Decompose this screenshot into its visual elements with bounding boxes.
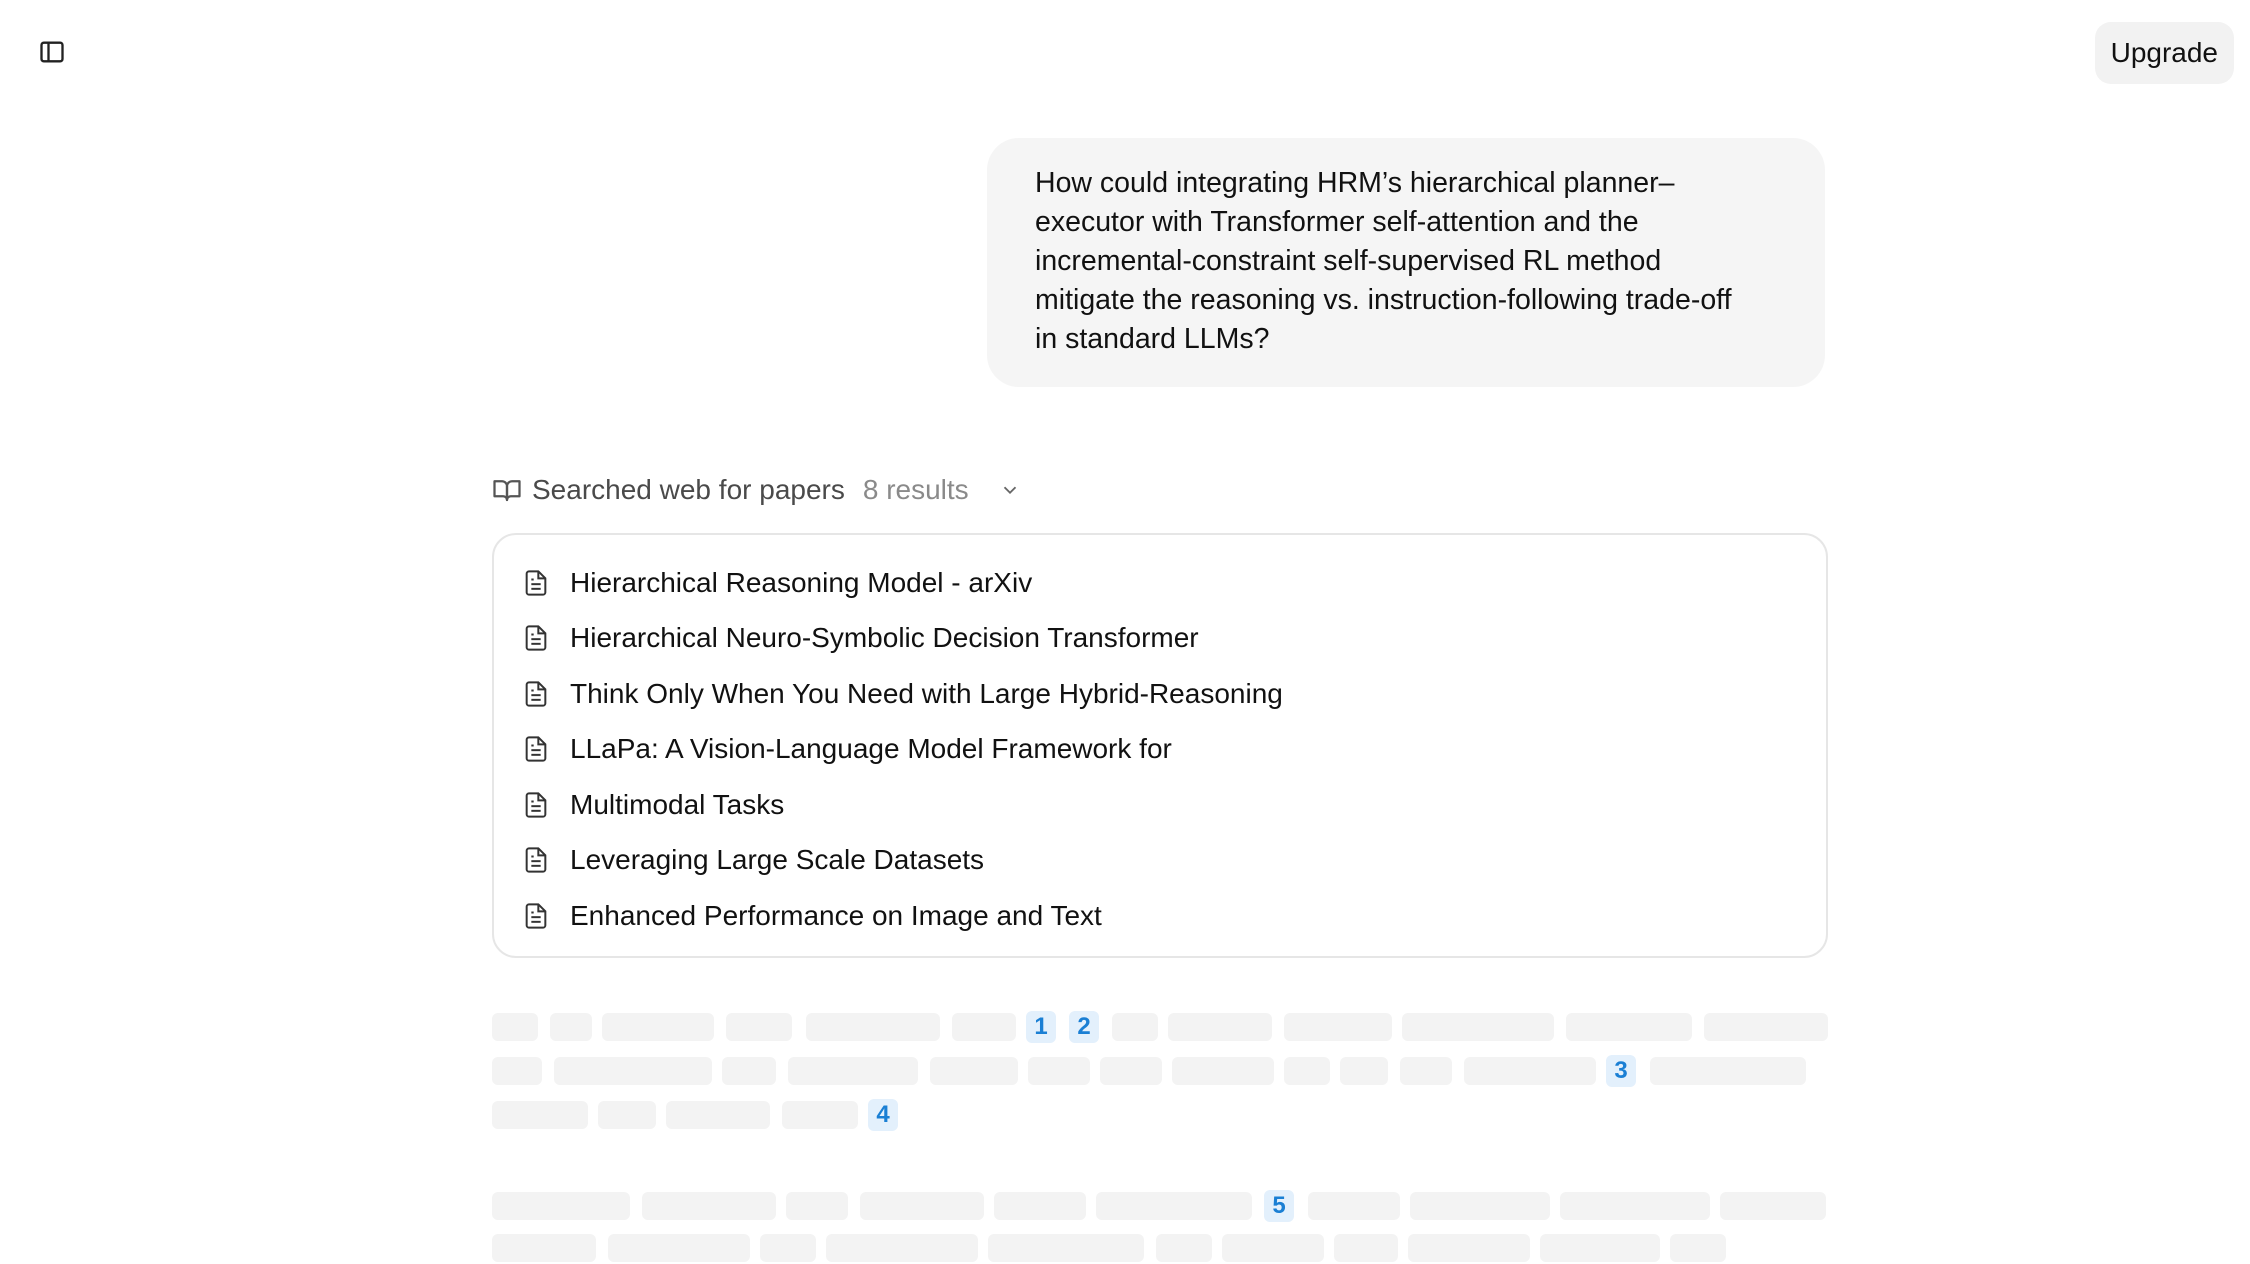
- document-icon: [525, 903, 547, 929]
- result-item[interactable]: Think Only When You Need with Large Hybr…: [522, 666, 1798, 722]
- document-icon: [525, 736, 547, 762]
- sidebar-toggle-icon: [40, 41, 64, 63]
- result-title: Leveraging Large Scale Datasets: [570, 844, 985, 876]
- document-icon: [525, 570, 547, 596]
- result-title: LLaPa: A Vision-Language Model Framework…: [570, 733, 1172, 765]
- search-result-count: 8 results: [862, 474, 969, 505]
- skeleton-line: [492, 1234, 1828, 1264]
- search-results-toggle[interactable]: Searched web for papers 8 results: [492, 470, 1021, 510]
- search-label: Searched web for papers: [532, 474, 845, 505]
- citation-badge[interactable]: 1: [1026, 1011, 1056, 1043]
- document-icon: [525, 625, 547, 651]
- document-icon: [525, 847, 547, 873]
- result-item[interactable]: Enhanced Performance on Image and Text: [522, 888, 1798, 944]
- skeleton-line: 3: [492, 1055, 1828, 1087]
- result-title: Hierarchical Reasoning Model - arXiv: [570, 566, 1033, 598]
- book-open-icon: [493, 480, 521, 502]
- skeleton-line: 1 2: [492, 1011, 1828, 1043]
- document-icon: [525, 681, 547, 707]
- citation-badge[interactable]: 2: [1069, 1011, 1099, 1043]
- result-item[interactable]: Multimodal Tasks: [522, 777, 1798, 833]
- skeleton-line: 4: [492, 1099, 1828, 1131]
- citation-badge[interactable]: 3: [1606, 1055, 1636, 1087]
- citation-badge[interactable]: 4: [868, 1099, 898, 1131]
- result-title: Hierarchical Neuro-Symbolic Decision Tra…: [570, 622, 1199, 654]
- search-results-list: Hierarchical Reasoning Model - arXiv Hie…: [492, 533, 1828, 958]
- result-item[interactable]: Hierarchical Reasoning Model - arXiv: [522, 555, 1798, 611]
- result-item[interactable]: Leveraging Large Scale Datasets: [522, 833, 1798, 889]
- sidebar-toggle-button[interactable]: [26, 26, 78, 78]
- document-icon: [525, 792, 547, 818]
- chevron-down-icon[interactable]: [999, 479, 1021, 501]
- result-item[interactable]: LLaPa: A Vision-Language Model Framework…: [522, 722, 1798, 778]
- result-title: Think Only When You Need with Large Hybr…: [570, 677, 1283, 709]
- result-title: Multimodal Tasks: [570, 788, 785, 820]
- result-item[interactable]: Hierarchical Neuro-Symbolic Decision Tra…: [522, 611, 1798, 667]
- citation-badge[interactable]: 5: [1264, 1190, 1294, 1222]
- skeleton-line: 5: [492, 1190, 1828, 1222]
- upgrade-button[interactable]: Upgrade: [2094, 22, 2234, 84]
- user-message-bubble: How could integrating HRM’s hierarchical…: [987, 138, 1825, 387]
- result-title: Enhanced Performance on Image and Text: [570, 899, 1102, 931]
